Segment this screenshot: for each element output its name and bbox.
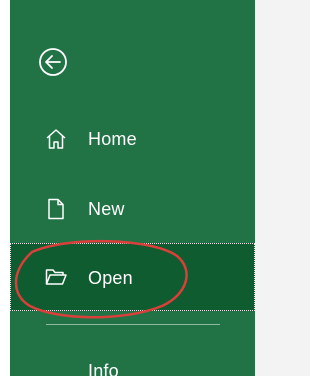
circle-arrow-left-icon xyxy=(39,48,67,76)
sidebar-item-label: Home xyxy=(88,129,137,149)
sidebar-item-home[interactable]: Home xyxy=(10,116,255,162)
sidebar-item-label: Open xyxy=(88,268,133,288)
window-edge xyxy=(0,0,10,376)
folder-open-icon xyxy=(45,269,67,285)
sidebar-item-label: Info xyxy=(88,361,119,376)
home-icon xyxy=(46,129,66,149)
back-button[interactable] xyxy=(37,46,69,78)
backstage-sidebar: Home New Open Info xyxy=(10,0,255,376)
sidebar-item-label: New xyxy=(88,199,125,219)
sidebar-item-info[interactable]: Info xyxy=(10,348,255,376)
sidebar-divider xyxy=(46,324,220,325)
backstage-view: Home New Open Info xyxy=(0,0,310,376)
new-document-icon xyxy=(48,198,64,220)
sidebar-item-open[interactable]: Open xyxy=(10,243,255,311)
sidebar-item-new[interactable]: New xyxy=(10,186,255,232)
